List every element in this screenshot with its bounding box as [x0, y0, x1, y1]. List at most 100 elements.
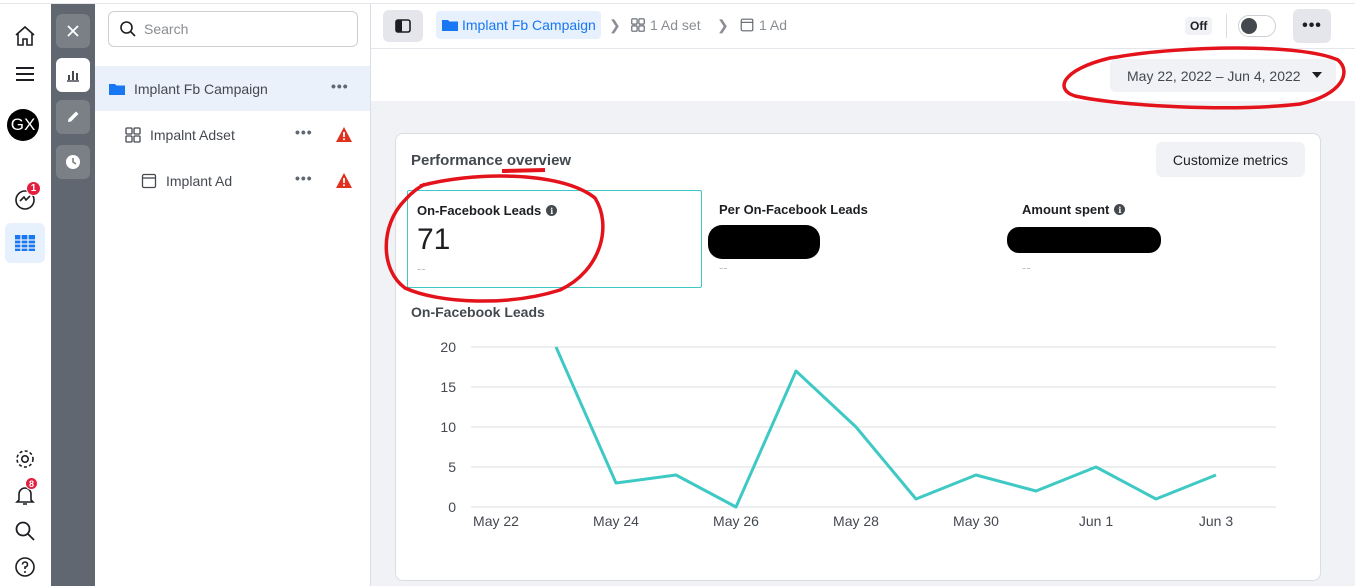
edit-tab[interactable] [56, 100, 90, 134]
warning-icon [335, 172, 353, 189]
x-tick-label: May 24 [593, 513, 639, 529]
x-tick-label: May 26 [713, 513, 759, 529]
metric-label-text: Amount spent [1022, 202, 1109, 217]
main-area: Implant Fb Campaign ❯ 1 Ad set ❯ 1 Ad Of… [371, 4, 1355, 586]
campaign-on-off-toggle[interactable] [1238, 15, 1276, 37]
tree-search-box [108, 11, 358, 47]
divider [1226, 14, 1227, 38]
table-grid-icon [13, 231, 37, 255]
ads-manager-button[interactable] [5, 223, 45, 263]
y-tick-label: 5 [448, 459, 456, 475]
more-options-button[interactable]: ••• [331, 78, 349, 94]
campaign-tree-panel: Implant Fb Campaign ••• Impalnt Adset ••… [95, 4, 371, 586]
menu-button[interactable] [5, 54, 45, 94]
tree-item-label: Implant Ad [166, 173, 232, 189]
performance-tab[interactable] [56, 58, 90, 92]
inbox-button[interactable]: 1 [5, 180, 45, 220]
chevron-right-icon: ❯ [717, 17, 729, 34]
performance-overview-card: Performance overview Customize metrics O… [395, 133, 1321, 581]
info-icon[interactable]: i [1114, 204, 1125, 215]
history-tab[interactable] [56, 145, 90, 179]
close-icon [64, 22, 82, 40]
breadcrumb-campaign[interactable]: Implant Fb Campaign [436, 11, 601, 39]
tree-search-input[interactable] [144, 21, 344, 37]
metric-label-text: Per On-Facebook Leads [719, 202, 868, 217]
notifications-button[interactable]: 8 [5, 475, 45, 515]
y-tick-label: 20 [440, 339, 456, 355]
metric-card-amount-spent[interactable]: Amount spent i -- [1013, 190, 1308, 288]
x-tick-label: Jun 3 [1199, 513, 1233, 529]
info-icon[interactable]: i [546, 205, 557, 216]
redacted-value [708, 225, 820, 259]
folder-icon [108, 80, 126, 98]
tree-item-campaign[interactable]: Implant Fb Campaign ••• [95, 66, 370, 111]
x-tick-label: May 22 [473, 513, 519, 529]
notifications-badge: 8 [25, 477, 38, 490]
home-button[interactable] [5, 16, 45, 56]
more-horizontal-icon: ••• [1302, 17, 1322, 35]
y-tick-label: 15 [440, 379, 456, 395]
caret-down-icon [1312, 72, 1322, 78]
toggle-knob [1241, 18, 1257, 34]
date-range-picker[interactable]: May 22, 2022 – Jun 4, 2022 [1110, 59, 1336, 92]
sidebar-panel-icon [394, 17, 412, 35]
help-icon [13, 555, 37, 579]
y-tick-label: 10 [440, 419, 456, 435]
breadcrumb-adset[interactable]: 1 Ad set [630, 11, 701, 39]
x-tick-label: Jun 1 [1079, 513, 1113, 529]
toggle-state-label: Off [1185, 17, 1212, 35]
gear-icon [13, 447, 37, 471]
warning-icon [335, 126, 353, 143]
tree-item-ad[interactable]: Implant Ad ••• [95, 158, 370, 203]
metric-card-leads[interactable]: On-Facebook Leads i 71 -- [407, 190, 702, 288]
date-bar: May 22, 2022 – Jun 4, 2022 [371, 49, 1355, 101]
metric-label: Amount spent i [1022, 202, 1125, 217]
metric-label-text: On-Facebook Leads [417, 203, 541, 218]
metric-card-cost-per-lead[interactable]: Per On-Facebook Leads -- [710, 190, 1005, 288]
metric-comparison: -- [719, 260, 728, 275]
breadcrumb-adset-label: 1 Ad set [650, 17, 701, 33]
adset-grid-icon [630, 17, 646, 33]
chevron-right-icon: ❯ [609, 17, 621, 34]
inbox-badge: 1 [26, 181, 41, 196]
metric-comparison: -- [1022, 260, 1031, 275]
metric-value: 71 [417, 223, 450, 257]
account-avatar[interactable]: GX [7, 109, 39, 141]
settings-button[interactable] [5, 439, 45, 479]
search-button[interactable] [5, 511, 45, 551]
hamburger-icon [13, 62, 37, 86]
metric-label: Per On-Facebook Leads [719, 202, 868, 217]
tree-item-adset[interactable]: Impalnt Adset ••• [95, 112, 370, 157]
adset-grid-icon [124, 126, 142, 144]
pencil-icon [64, 108, 82, 126]
chart-title: On-Facebook Leads [411, 304, 545, 320]
help-button[interactable] [5, 547, 45, 587]
ad-frame-icon [140, 172, 158, 190]
metric-label: On-Facebook Leads i [417, 203, 557, 218]
search-icon [13, 519, 37, 543]
breadcrumb-ad-label: 1 Ad [759, 17, 787, 33]
home-icon [13, 24, 37, 48]
metric-comparison: -- [417, 261, 426, 276]
folder-icon [441, 16, 459, 34]
toggle-sidebar-button[interactable] [383, 10, 423, 42]
date-range-label: May 22, 2022 – Jun 4, 2022 [1127, 68, 1301, 84]
x-tick-label: May 28 [833, 513, 879, 529]
y-tick-label: 0 [448, 499, 456, 515]
redacted-value [1007, 227, 1161, 253]
close-panel-button[interactable] [56, 14, 90, 48]
x-tick-label: May 30 [953, 513, 999, 529]
tool-column [51, 4, 95, 586]
customize-metrics-button[interactable]: Customize metrics [1156, 142, 1305, 177]
breadcrumb-campaign-label: Implant Fb Campaign [462, 17, 596, 33]
clock-icon [64, 153, 82, 171]
global-nav-rail: GX 1 8 [0, 4, 51, 586]
breadcrumb-ad[interactable]: 1 Ad [739, 11, 787, 39]
bar-chart-icon [64, 66, 82, 84]
leads-line-chart: 0 5 10 15 20 May 22 May 24 May 26 May 28 May 30 Ju… [396, 324, 1322, 534]
top-toolbar: Implant Fb Campaign ❯ 1 Ad set ❯ 1 Ad Of… [371, 4, 1355, 49]
more-options-button[interactable]: ••• [295, 124, 313, 140]
ad-frame-icon [739, 17, 755, 33]
more-options-button[interactable]: ••• [295, 170, 313, 186]
more-actions-button[interactable]: ••• [1293, 9, 1331, 43]
